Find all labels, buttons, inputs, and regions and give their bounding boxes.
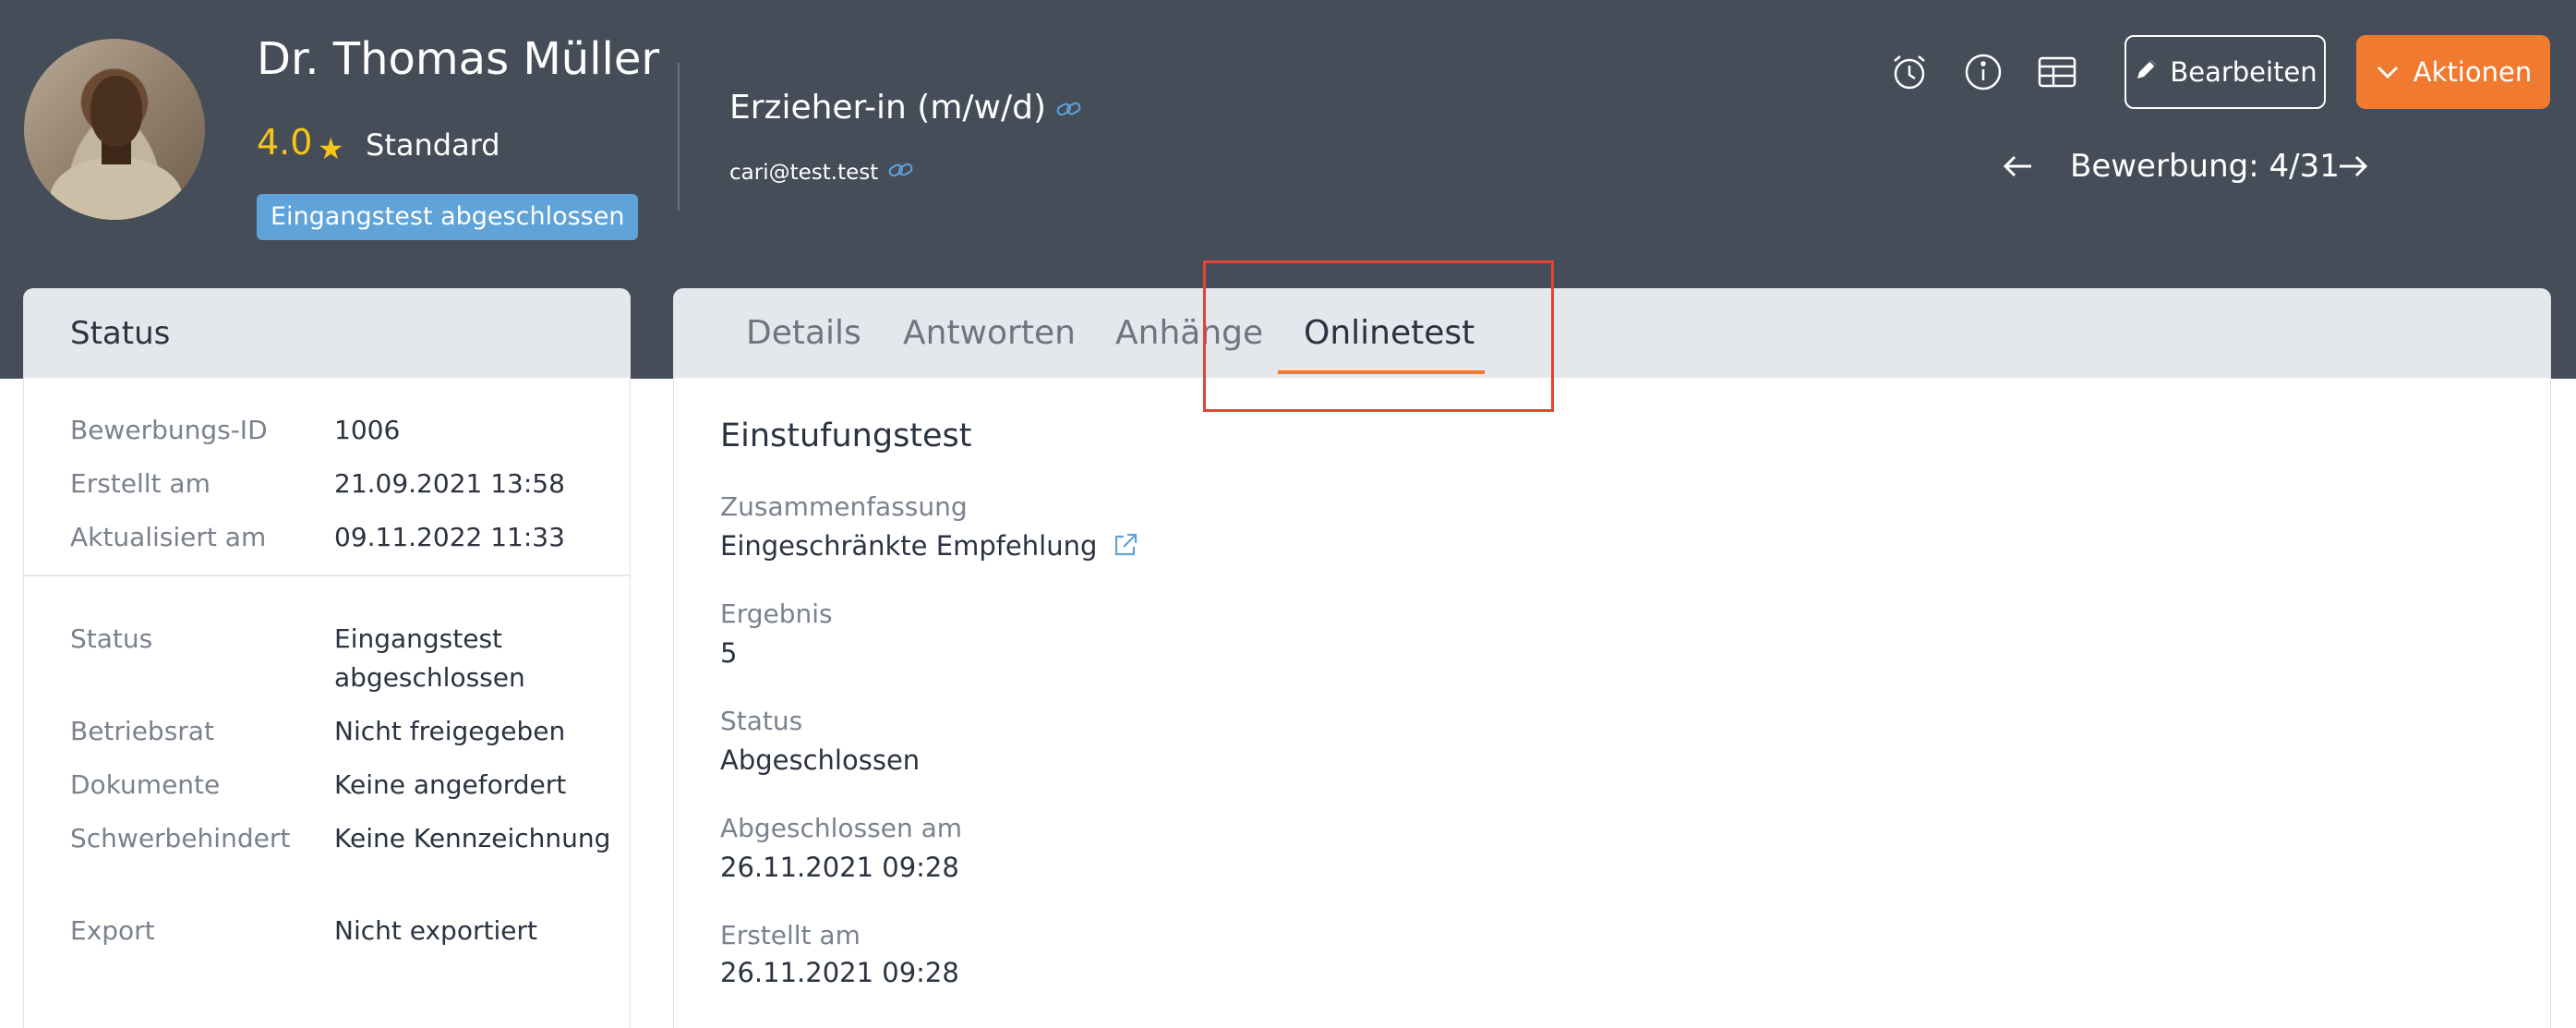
field-label: Ergebnis (720, 599, 833, 629)
application-pager: Bewerbung: 4/31 (2070, 148, 2340, 185)
field-value: 5 (720, 637, 738, 669)
tab-antworten[interactable]: Antworten (903, 289, 1076, 378)
candidate-name: Dr. Thomas Müller (257, 33, 660, 85)
meta-label: Aktualisiert am (70, 522, 267, 552)
avatar[interactable] (24, 39, 205, 220)
job-title-row: Erzieher-in (m/w/d) (729, 89, 1083, 127)
header-divider (678, 63, 680, 211)
detail-value: Nicht exportiert (334, 915, 537, 946)
field-label: Abgeschlossen am (720, 813, 963, 843)
external-link-icon[interactable] (1112, 531, 1139, 565)
divider (24, 574, 630, 576)
field-label: Status (720, 706, 803, 736)
field-label: Zusammenfassung (720, 491, 968, 522)
meta-value: 1006 (334, 415, 401, 445)
highlight-box (1203, 260, 1554, 412)
tier-label: Standard (366, 127, 500, 163)
arrow-left-icon[interactable] (1998, 146, 2039, 187)
table-icon[interactable] (2037, 52, 2077, 92)
meta-label: Erstellt am (70, 468, 211, 499)
link-icon[interactable] (1055, 93, 1083, 125)
link-icon[interactable] (887, 161, 915, 184)
email-row: cari@test.test (729, 161, 915, 185)
detail-value: Nicht freigegeben (334, 716, 566, 746)
star-icon: ★ (318, 131, 344, 166)
status-card: Status Bewerbungs-ID 1006 Erstellt am 21… (24, 289, 630, 1028)
detail-card: Details Antworten Anhänge Onlinetest (674, 289, 2550, 1028)
field-value: Abgeschlossen (720, 744, 921, 776)
field-value: Eingeschränkte Empfehlung (720, 530, 1098, 562)
tab-bar: Details Antworten Anhänge Onlinetest (674, 289, 2550, 378)
chevron-down-icon (2375, 56, 2401, 88)
summary-value-row: Eingeschränkte Empfehlung (720, 530, 1139, 565)
candidate-email: cari@test.test (729, 161, 879, 185)
field-value: 26.11.2021 09:28 (720, 852, 959, 883)
job-title: Erzieher-in (m/w/d) (729, 89, 1047, 127)
actions-button[interactable]: Aktionen (2356, 35, 2550, 109)
status-card-title: Status (24, 289, 630, 378)
detail-label: Betriebsrat (70, 716, 214, 746)
detail-label: Dokumente (70, 769, 221, 800)
detail-value: Keine Kennzeichnung (334, 823, 611, 853)
arrow-right-icon[interactable] (2332, 146, 2373, 187)
meta-label: Bewerbungs-ID (70, 415, 268, 445)
info-icon[interactable] (1963, 52, 2004, 92)
edit-button-label: Bearbeiten (2170, 56, 2317, 88)
rating-value: 4.0 (257, 122, 313, 163)
alarm-clock-icon[interactable] (1889, 52, 1930, 92)
detail-label: Status (70, 623, 153, 654)
meta-value: 21.09.2021 13:58 (334, 468, 565, 499)
detail-value: Keine angefordert (334, 769, 567, 800)
status-badge: Eingangstest abgeschlossen (257, 194, 639, 240)
edit-button[interactable]: Bearbeiten (2125, 35, 2326, 109)
field-value: 26.11.2021 09:28 (720, 957, 959, 988)
section-title: Einstufungstest (720, 417, 972, 454)
tab-details[interactable]: Details (746, 289, 861, 378)
pencil-icon (2133, 55, 2161, 90)
field-label: Erstellt am (720, 920, 861, 950)
detail-label: Export (70, 915, 155, 946)
detail-label: Schwerbehindert (70, 823, 291, 853)
detail-value: Eingangstest abgeschlossen (334, 623, 525, 693)
actions-button-label: Aktionen (2413, 56, 2533, 88)
meta-value: 09.11.2022 11:33 (334, 522, 565, 552)
